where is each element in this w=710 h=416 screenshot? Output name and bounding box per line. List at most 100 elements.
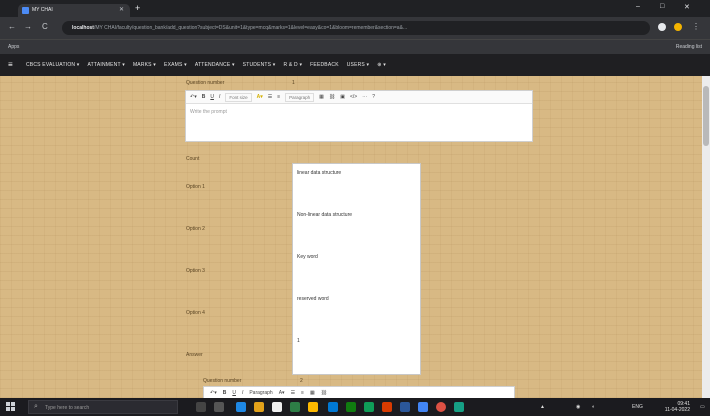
nav-item-users[interactable]: USERS ▾ [347, 62, 370, 68]
nav-item-more[interactable]: ⊕ ▾ [377, 62, 386, 68]
language-indicator[interactable]: ENG [632, 404, 643, 410]
question-number-value: 1 [292, 80, 295, 86]
nav-item-attendance[interactable]: ATTENDANCE ▾ [195, 62, 235, 68]
option-3-field[interactable]: Key word [297, 254, 318, 260]
nav-item-marks[interactable]: MARKS ▾ [133, 62, 156, 68]
italic-button[interactable]: I [242, 390, 243, 396]
maximize-button[interactable]: □ [660, 3, 664, 10]
back-button[interactable]: ← [8, 23, 16, 31]
option-1-field[interactable]: linear data structure [297, 170, 341, 176]
search-placeholder: Type here to search [45, 405, 90, 411]
undo-icon[interactable]: ↶▾ [210, 390, 217, 396]
taskbar-search-input[interactable]: ⌕ Type here to search [28, 400, 178, 414]
option-2-field[interactable]: Non-linear data structure [297, 212, 352, 218]
profile-avatar[interactable] [674, 23, 682, 31]
notification-icon[interactable]: ▭ [700, 404, 705, 410]
answer-field[interactable]: 1 [297, 338, 300, 344]
option-4-field[interactable]: reserved word [297, 296, 329, 302]
reload-button[interactable]: C [42, 23, 48, 31]
question-editor-2[interactable]: ↶▾ B U I Paragraph A▾ ☰ ≡ ▦ ⛓ [203, 386, 515, 398]
close-window-button[interactable]: ✕ [684, 3, 690, 11]
question-number-label-2: Question number [203, 378, 242, 384]
page-scrollbar[interactable] [702, 76, 710, 398]
app-icon-1[interactable] [236, 402, 246, 412]
answer-label: Answer [186, 352, 203, 358]
app-icon-7[interactable] [364, 402, 374, 412]
browser-tab[interactable]: MY CHAI ✕ [18, 4, 130, 17]
nav-item-cbcs-evaluation[interactable]: CBCS EVALUATION ▾ [26, 62, 80, 68]
taskbar-clock[interactable]: 09:41 11-04-2022 [665, 401, 690, 413]
font-size-select[interactable]: Font size [225, 92, 252, 102]
bold-button[interactable]: B [202, 94, 206, 100]
help-icon[interactable]: ? [372, 94, 375, 100]
app-icon-11[interactable] [454, 402, 464, 412]
windows-start-icon[interactable] [6, 402, 16, 412]
browser-menu-icon[interactable]: ⋮ [692, 23, 700, 31]
minimize-button[interactable]: – [636, 3, 640, 10]
volume-icon[interactable]: ◐ [592, 404, 595, 410]
tray-weather-icon[interactable]: ▲ [540, 404, 545, 410]
extension-icon[interactable] [658, 23, 666, 31]
app-icon-3[interactable] [272, 402, 282, 412]
bookmarks-bar: Apps Reading list [0, 39, 710, 54]
app-icon-6[interactable] [346, 402, 356, 412]
app-icon-4[interactable] [290, 402, 300, 412]
task-view-icon[interactable] [214, 402, 224, 412]
file-explorer-icon[interactable] [308, 402, 318, 412]
chrome-icon[interactable] [436, 402, 446, 412]
undo-icon[interactable]: ↶▾ [190, 94, 197, 100]
cortana-icon[interactable] [196, 402, 206, 412]
paragraph-select[interactable]: Paragraph [249, 390, 272, 396]
question-number-label: Question number [186, 80, 225, 86]
numbered-list-icon[interactable]: ≡ [277, 94, 280, 100]
bold-button[interactable]: B [223, 390, 227, 396]
bullet-list-icon[interactable]: ☰ [268, 94, 272, 100]
nav-item-r-and-d[interactable]: R & D ▾ [284, 62, 303, 68]
nav-item-attainment[interactable]: ATTAINMENT ▾ [88, 62, 125, 68]
windows-taskbar: ⌕ Type here to search ▲ ◉ ◐ ENG 09:41 11… [0, 398, 710, 416]
count-label: Count [186, 156, 200, 162]
network-icon[interactable]: ◉ [576, 404, 580, 410]
numbered-list-icon[interactable]: ≡ [301, 390, 304, 396]
app-icon-8[interactable] [382, 402, 392, 412]
address-bar-row: ← → C localhost/MY CHAI/faculty/question… [0, 17, 710, 39]
url-field[interactable]: localhost/MY CHAI/faculty/question_bank/… [62, 21, 650, 35]
more-icon[interactable]: ⋯ [362, 94, 367, 100]
question-editor[interactable]: ↶▾ B U I Font size A▾ ☰ ≡ Paragraph ▦ ⛓ … [185, 90, 533, 142]
image-icon[interactable]: ▣ [340, 94, 345, 100]
new-tab-button[interactable]: + [135, 3, 140, 13]
url-path: /MY CHAI/faculty/question_bank/add_quest… [93, 25, 408, 31]
link-icon[interactable]: ⛓ [329, 94, 335, 100]
table-icon[interactable]: ▦ [310, 390, 315, 396]
underline-button[interactable]: U [232, 390, 236, 396]
paragraph-select[interactable]: Paragraph [285, 92, 315, 102]
question-number-value-2: 2 [300, 378, 303, 384]
scrollbar-thumb[interactable] [703, 86, 709, 146]
nav-item-feedback[interactable]: FEEDBACK [310, 62, 339, 68]
hamburger-menu-icon[interactable]: ≡ [8, 60, 13, 69]
app-icon-10[interactable] [418, 402, 428, 412]
app-icon-9[interactable] [400, 402, 410, 412]
link-icon[interactable]: ⛓ [321, 390, 327, 396]
page-content: Question number 1 ↶▾ B U I Font size A▾ … [0, 76, 710, 398]
nav-item-students[interactable]: STUDENTS ▾ [243, 62, 276, 68]
clock-date: 11-04-2022 [664, 407, 690, 413]
app-icon-2[interactable] [254, 402, 264, 412]
favicon-icon [22, 7, 29, 14]
forward-button[interactable]: → [24, 23, 32, 31]
apps-bookmark[interactable]: Apps [8, 44, 19, 50]
app-icon-5[interactable] [328, 402, 338, 412]
highlight-icon[interactable]: A▾ [279, 390, 285, 396]
close-tab-icon[interactable]: ✕ [119, 6, 124, 13]
table-icon[interactable]: ▦ [319, 94, 324, 100]
underline-button[interactable]: U [210, 94, 214, 100]
italic-button[interactable]: I [219, 94, 220, 100]
nav-item-exams[interactable]: EXAMS ▾ [164, 62, 187, 68]
code-icon[interactable]: </> [350, 94, 357, 100]
bullet-list-icon[interactable]: ☰ [291, 390, 295, 396]
search-icon: ⌕ [34, 403, 38, 410]
highlight-icon[interactable]: A▾ [257, 94, 263, 100]
browser-tab-bar: MY CHAI ✕ + – □ ✕ [0, 0, 710, 17]
reading-list-button[interactable]: Reading list [676, 44, 702, 50]
option-1-label: Option 1 [186, 184, 205, 190]
